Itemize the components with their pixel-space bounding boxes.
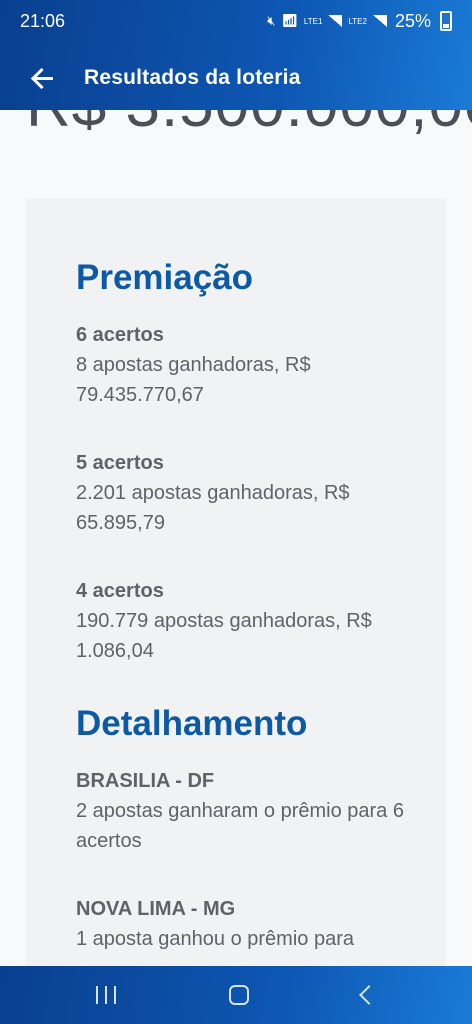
app-bar: 21:06 🔇︎ 📶︎ LTE1 LTE2 25% Resultados da …: [0, 0, 472, 110]
location-description: 1 aposta ganhou o prêmio para: [76, 928, 354, 950]
status-icons: 🔇︎ 📶︎ LTE1 LTE2 25%: [267, 11, 452, 32]
signal-icon: [328, 15, 343, 27]
nav-back-icon[interactable]: [358, 985, 379, 1005]
system-nav-bar: [0, 966, 472, 1024]
location-label: BRASILIA - DF: [76, 770, 215, 792]
tier-description: 8 apostas ganhadoras, R$ 79.435.770,67: [76, 354, 311, 406]
prize-amount: R$ 3.500.000,00: [26, 110, 472, 141]
prize-tier-item: 4 acertos 190.779 apostas ganhadoras, R$…: [76, 576, 406, 666]
premiacao-title: Premiação: [76, 258, 254, 297]
sim1-label: LTE1: [303, 16, 323, 26]
location-description: 2 apostas ganharam o prêmio para 6 acert…: [76, 800, 404, 852]
status-bar: 21:06 🔇︎ 📶︎ LTE1 LTE2 25%: [0, 0, 472, 42]
prize-tier-item: 5 acertos 2.201 apostas ganhadoras, R$ 6…: [76, 448, 406, 538]
tier-label: 6 acertos: [76, 324, 164, 346]
results-card: Premiação 6 acertos 8 apostas ganhadoras…: [26, 198, 446, 966]
sim2-label: LTE2: [348, 16, 367, 26]
mute-icon: 🔇︎: [267, 13, 276, 28]
battery-icon: [440, 11, 452, 31]
recent-apps-icon[interactable]: [96, 986, 117, 1004]
wifi-icon: 📶︎: [281, 13, 298, 28]
scroll-content[interactable]: R$ 3.500.000,00 Premiação 6 acertos 8 ap…: [0, 110, 472, 966]
tier-label: 4 acertos: [76, 580, 164, 602]
tier-description: 190.779 apostas ganhadoras, R$ 1.086,04: [76, 610, 372, 662]
detalhamento-title: Detalhamento: [76, 704, 308, 743]
signal-icon-2: [372, 15, 387, 27]
battery-percent: 25%: [394, 10, 431, 31]
winner-location-item: BRASILIA - DF 2 apostas ganharam o prêmi…: [76, 766, 406, 856]
tier-description: 2.201 apostas ganhadoras, R$ 65.895,79: [76, 482, 350, 534]
home-icon[interactable]: [228, 985, 249, 1005]
page-title: Resultados da loteria: [84, 66, 301, 89]
winner-location-item: NOVA LIMA - MG 1 aposta ganhou o prêmio …: [76, 894, 406, 954]
prize-tier-item: 6 acertos 8 apostas ganhadoras, R$ 79.43…: [76, 320, 406, 410]
location-label: NOVA LIMA - MG: [76, 898, 236, 920]
status-time: 21:06: [20, 10, 66, 31]
tier-label: 5 acertos: [76, 452, 164, 474]
toolbar: Resultados da loteria: [0, 58, 472, 98]
back-arrow-icon[interactable]: [30, 63, 60, 93]
